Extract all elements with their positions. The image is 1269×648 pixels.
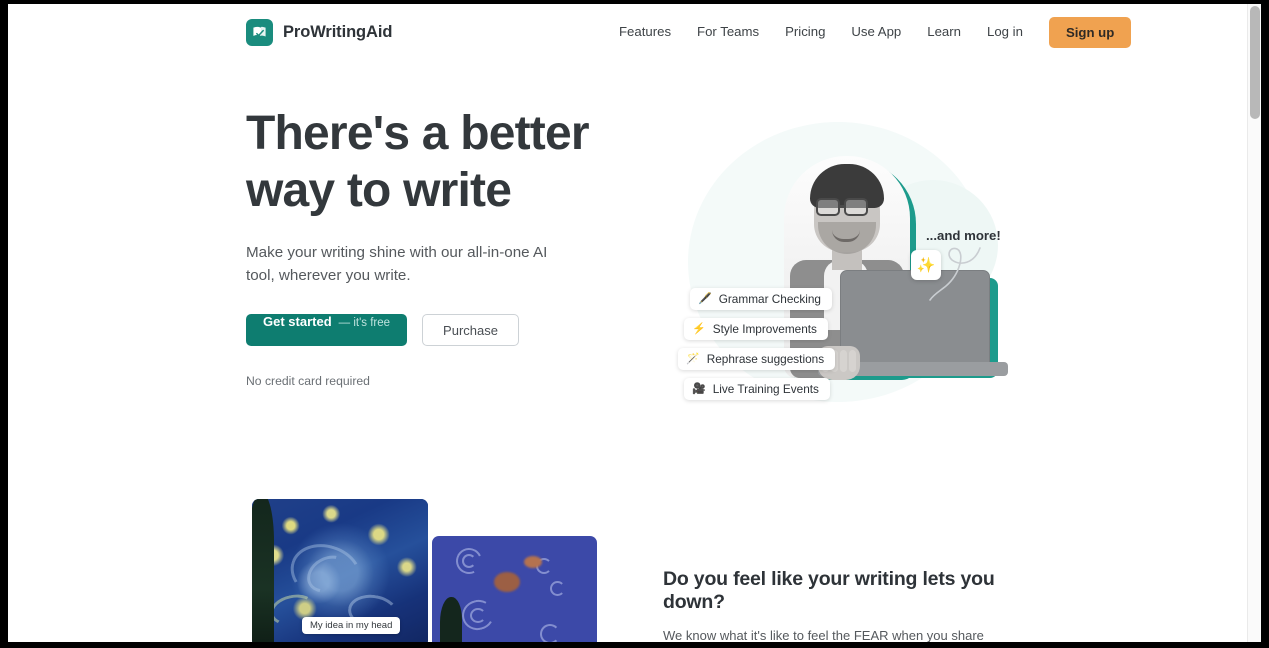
get-started-label: Get started: [263, 314, 332, 329]
nav-item-features[interactable]: Features: [606, 4, 684, 60]
purchase-button[interactable]: Purchase: [422, 314, 519, 346]
nav-item-pricing[interactable]: Pricing: [772, 4, 838, 60]
chip-row: 🎥 Live Training Events: [684, 378, 928, 408]
glasses-left-lens: [816, 198, 840, 216]
browser-window: ProWritingAid Features For Teams Pricing…: [0, 0, 1269, 648]
magic-wand-icon: 🪄: [686, 352, 700, 365]
writing-lets-you-down-section: My idea in my head Do you feel like your…: [8, 480, 1247, 642]
nav-item-use-app[interactable]: Use App: [838, 4, 914, 60]
hero-section: There's a better way to write Make your …: [8, 60, 1247, 480]
vertical-scrollbar[interactable]: [1247, 4, 1261, 642]
sketch-blob: [524, 556, 542, 568]
feature-chip-label: Live Training Events: [712, 382, 819, 396]
browser-viewport: ProWritingAid Features For Teams Pricing…: [8, 4, 1261, 642]
starry-night-caption: My idea in my head: [302, 617, 401, 634]
nav-item-learn[interactable]: Learn: [914, 4, 974, 60]
page-title: There's a better way to write: [246, 107, 590, 217]
hero-illustration: ✨ ...and more! 🖋️ Grammar Checking ⚡ Sty…: [668, 110, 1028, 450]
feature-chip-label: Rephrase suggestions: [706, 352, 825, 366]
hero-cta-row: Get started — it's free Purchase: [246, 314, 626, 346]
sketch-spiral: [540, 624, 560, 642]
get-started-button[interactable]: Get started — it's free: [246, 314, 408, 346]
feature-chip-rephrase-suggestions[interactable]: 🪄 Rephrase suggestions: [678, 348, 836, 370]
brand-logo-link[interactable]: ProWritingAid: [246, 18, 393, 46]
section-two-title: Do you feel like your writing lets you d…: [663, 568, 995, 613]
video-camera-icon: 🎥: [692, 382, 706, 395]
sketch-spiral: [550, 581, 565, 596]
chip-row: 🖋️ Grammar Checking: [690, 288, 928, 318]
sketch-cypress-tree: [440, 597, 462, 642]
sketch-spiral: [470, 608, 486, 623]
feature-chip-style-improvements[interactable]: ⚡ Style Improvements: [684, 318, 828, 340]
glasses-right-lens: [844, 198, 868, 216]
section-two-copy: Do you feel like your writing lets you d…: [663, 568, 1015, 642]
feature-chip-list: 🖋️ Grammar Checking ⚡ Style Improvements: [678, 288, 928, 408]
scrollbar-thumb[interactable]: [1250, 6, 1260, 119]
sign-up-button[interactable]: Sign up: [1048, 16, 1132, 48]
main-navigation: Features For Teams Pricing Use App Learn…: [606, 4, 1132, 60]
brand-name: ProWritingAid: [283, 22, 393, 41]
book-check-icon: [246, 18, 273, 46]
and-more-label: ...and more!: [926, 228, 1001, 243]
glasses-bridge: [840, 205, 845, 208]
hero-subtitle: Make your writing shine with our all-in-…: [246, 244, 548, 284]
sketch-blob: [494, 572, 520, 592]
site-header: ProWritingAid Features For Teams Pricing…: [8, 4, 1247, 60]
nav-item-for-teams[interactable]: For Teams: [684, 4, 772, 60]
feature-chip-grammar-checking[interactable]: 🖋️ Grammar Checking: [690, 288, 832, 310]
feature-chip-label: Style Improvements: [712, 322, 817, 336]
simplified-painting-sketch: [432, 536, 597, 642]
chip-row: 🪄 Rephrase suggestions: [678, 348, 928, 378]
chip-row: ⚡ Style Improvements: [684, 318, 928, 348]
section-two-body: We know what it's like to feel the FEAR …: [663, 628, 984, 642]
no-credit-card-note: No credit card required: [246, 374, 370, 388]
page-content: ProWritingAid Features For Teams Pricing…: [8, 4, 1247, 642]
cypress-tree: [252, 499, 274, 642]
get-started-sublabel: — it's free: [338, 317, 391, 329]
artwork-comparison: My idea in my head: [252, 499, 602, 642]
lightning-bolt-icon: ⚡: [692, 322, 706, 335]
pen-icon: 🖋️: [698, 292, 712, 305]
feature-chip-label: Grammar Checking: [718, 292, 821, 306]
sketch-spiral: [462, 554, 476, 568]
nav-item-log-in[interactable]: Log in: [974, 4, 1036, 60]
hero-copy: There's a better way to write Make your …: [246, 105, 626, 388]
feature-chip-live-training-events[interactable]: 🎥 Live Training Events: [684, 378, 830, 400]
starry-night-painting: My idea in my head: [252, 499, 428, 642]
